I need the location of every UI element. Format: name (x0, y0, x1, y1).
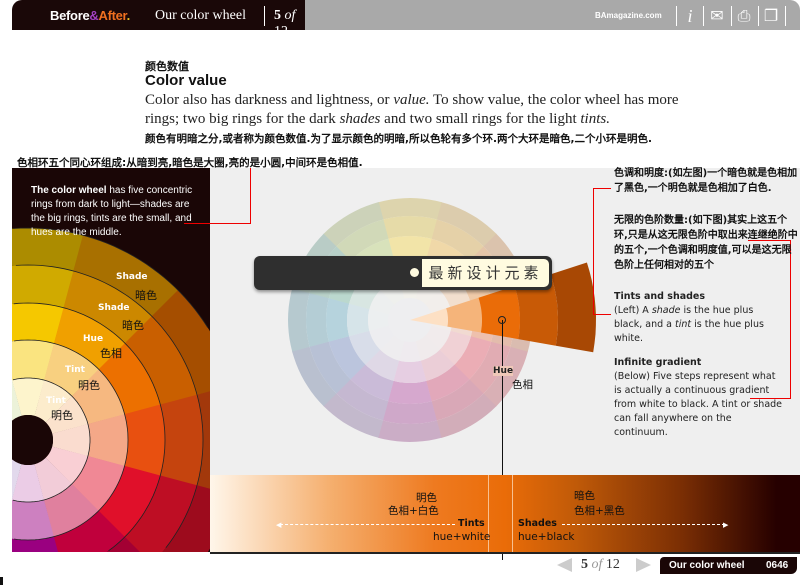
wheel-segment (306, 292, 329, 347)
divider (785, 6, 786, 26)
ring-label: Shade (116, 272, 148, 282)
section-code: 0646 (766, 560, 789, 571)
header-title: Our color wheel (155, 8, 246, 23)
divider (758, 6, 759, 26)
callout-line (184, 223, 251, 224)
wheel-segment (393, 360, 427, 383)
wheel-segment (388, 380, 432, 404)
logo-after: After (98, 8, 127, 23)
wheel-segment (326, 298, 350, 342)
logo[interactable]: Before&After. (50, 8, 130, 23)
divider (703, 6, 704, 26)
logo-dot: . (126, 8, 131, 23)
callout-line (250, 168, 251, 224)
right-text-zh-1: 色调和明度:(如左图)一个暗色就是色相加了黑色,一个明色就是色相加了白色. (614, 168, 798, 194)
wheel-segment (347, 303, 370, 337)
ring-label-zh: 暗色 (135, 289, 157, 302)
site-link[interactable]: BAmagazine.com (595, 11, 662, 20)
tint-arrow (280, 524, 455, 525)
tint-formula-zh: 色相+白色 (388, 505, 439, 517)
ring-label: Hue (83, 334, 104, 344)
wheel-segment (160, 394, 203, 486)
popup-label: 最新设计元素 (422, 259, 549, 287)
tints-shades-text: Tints and shades (Left) A shade is the hu… (614, 291, 764, 344)
infinite-gradient-text: Infinite gradient (Below) Five steps repr… (614, 357, 783, 438)
intro-text: Color also has darkness and lightness, o… (145, 92, 679, 127)
previous-page-button[interactable] (557, 558, 572, 572)
section-badge[interactable]: Our color wheel 0646 (660, 557, 797, 574)
callout-line (593, 188, 594, 314)
window-icon[interactable]: ❐ (760, 6, 782, 26)
hue-label-zh: 色相 (512, 379, 533, 391)
fan-segment (550, 262, 596, 353)
wheel-segment (383, 216, 438, 239)
divider (731, 6, 732, 26)
toolbar: BAmagazine.com i ✉ ⎙ ❐ (305, 0, 800, 30)
tooltip-popup[interactable]: 最新设计元素 (254, 256, 552, 290)
mail-icon[interactable]: ✉ (706, 6, 728, 26)
header-bar: Before&After. Our color wheel 5 of 12 (12, 0, 305, 39)
shade-label-zh: 暗色 (574, 490, 595, 502)
shade-arrow (562, 524, 725, 525)
right-text-zh-2: 无限的色阶数量:(如下图)其实上这五个环,只是从这无限色阶中取出来连继绝阶中的五… (614, 215, 798, 271)
ring-label-zh: 色相 (100, 347, 122, 360)
popup-dot-icon (410, 268, 419, 277)
callout-line (593, 314, 611, 315)
print-icon[interactable]: ⎙ (733, 6, 755, 26)
corner-mark (0, 577, 3, 585)
divider (264, 6, 265, 26)
next-page-button[interactable] (636, 558, 651, 572)
ring-label-zh: 暗色 (122, 319, 144, 332)
ring-label-zh: 明色 (78, 379, 100, 392)
shade-label: Shades (518, 518, 557, 529)
arrow-right-icon: ▶ (723, 521, 729, 529)
gradient-bar: 明色 色相+白色 ◀ Tints hue+white 暗色 色相+黑色 Shad… (210, 475, 800, 554)
shade-formula: hue+black (518, 531, 575, 543)
ring-label: Tint (65, 365, 85, 375)
footer-page-indicator: 5 of 12 (581, 557, 620, 572)
divider (512, 475, 513, 552)
divider (676, 6, 677, 26)
wheel-segment (124, 404, 165, 476)
tint-label: Tints (458, 518, 485, 529)
header-page-indicator: 5 of 12 (274, 8, 296, 39)
logo-before: Before (50, 8, 90, 23)
ring-label-zh: 明色 (51, 409, 73, 422)
wheel-segment (12, 265, 74, 308)
arrow-left-icon: ◀ (276, 521, 282, 529)
intro-text-zh: 颜色有明暗之分,或者称为颜色数值.为了显示颜色的明暗,所以色轮有多个环.两个大环… (145, 133, 652, 145)
hue-label: Hue (493, 366, 514, 376)
wheel-segment (382, 401, 437, 424)
heading-en: Color value (145, 72, 227, 89)
section-title: Our color wheel (669, 560, 745, 571)
ring-label: Shade (98, 303, 130, 313)
hue-pointer-circle (498, 316, 506, 324)
ring-label: Tint (46, 396, 66, 406)
tint-formula: hue+white (433, 531, 491, 543)
left-panel-text: The color wheel has five concentric ring… (31, 185, 193, 238)
callout-line (593, 188, 611, 189)
info-icon[interactable]: i (679, 6, 701, 26)
shade-formula-zh: 色相+黑色 (574, 505, 625, 517)
